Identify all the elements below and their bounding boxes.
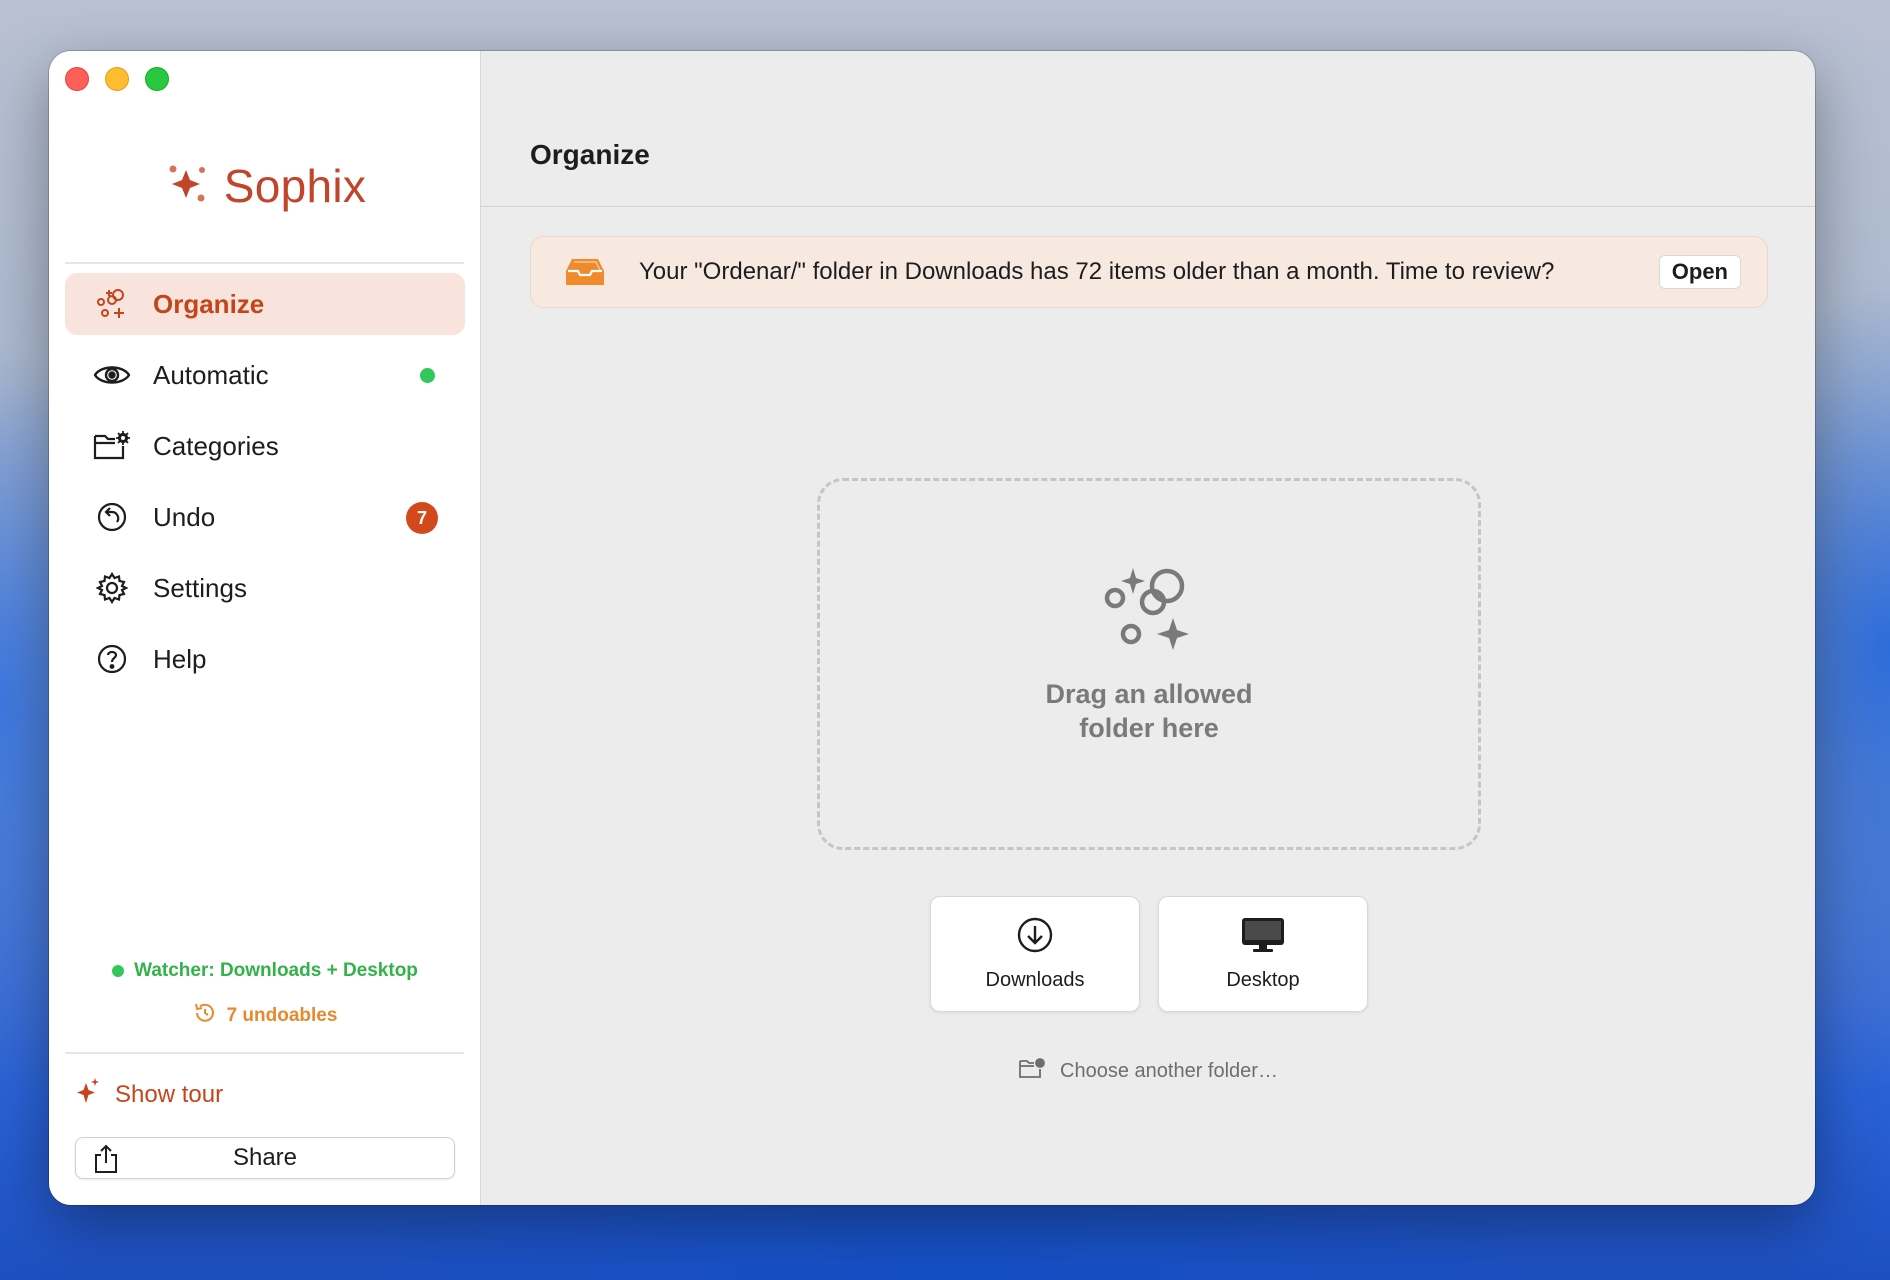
sidebar-item-categories[interactable]: Categories (65, 415, 465, 477)
sidebar-item-label: Categories (153, 430, 279, 461)
sidebar-item-automatic[interactable]: Automatic (65, 344, 465, 406)
sidebar-divider (65, 1052, 464, 1054)
sidebar-item-organize[interactable]: Organize (65, 273, 465, 335)
desktop-folder-button[interactable]: Desktop (1158, 896, 1368, 1012)
minimize-window-button[interactable] (105, 67, 129, 91)
show-tour-label: Show tour (115, 1080, 224, 1108)
watcher-text: Watcher: Downloads + Desktop (134, 960, 418, 981)
undoables-text: 7 undoables (226, 1005, 338, 1026)
sparkle-icon (75, 1077, 101, 1112)
gear-icon (93, 569, 131, 607)
app-brand: Sophix (49, 159, 481, 213)
undoables-status: 7 undoables (49, 1001, 481, 1031)
downloads-label: Downloads (985, 969, 1085, 991)
sidebar-item-label: Help (153, 643, 207, 674)
page-title: Organize (530, 139, 650, 170)
share-button[interactable]: Share (75, 1137, 455, 1179)
download-circle-icon (1016, 916, 1054, 959)
sidebar-divider (65, 262, 464, 264)
organize-sparkle-icon (93, 285, 131, 323)
sparkle-logo-icon (164, 160, 212, 213)
active-status-dot (420, 368, 435, 383)
help-icon (93, 640, 131, 678)
downloads-folder-button[interactable]: Downloads (930, 896, 1140, 1012)
history-icon (193, 1001, 217, 1031)
sidebar-item-label: Settings (153, 572, 247, 603)
choose-folder-label: Choose another folder… (1060, 1059, 1278, 1082)
zoom-window-button[interactable] (145, 67, 169, 91)
banner-open-button[interactable]: Open (1658, 255, 1741, 289)
banner-message: Your "Ordenar/" folder in Downloads has … (639, 258, 1555, 285)
close-window-button[interactable] (65, 67, 89, 91)
sidebar-item-label: Organize (153, 288, 265, 319)
folder-gear-icon (93, 427, 131, 465)
sidebar-item-settings[interactable]: Settings (65, 557, 465, 619)
sidebar: Sophix Organize Automatic Categories Und… (49, 51, 481, 1205)
window-controls (65, 67, 169, 91)
show-tour-button[interactable]: Show tour (75, 1077, 223, 1112)
header-divider (481, 206, 1815, 207)
sidebar-item-label: Undo (153, 501, 216, 532)
inbox-tray-icon (565, 257, 605, 287)
eye-icon (93, 356, 131, 394)
main-content: Organize Your "Ordenar/" folder in Downl… (481, 51, 1815, 1205)
undo-count-badge: 7 (406, 502, 438, 534)
desktop-monitor-icon (1240, 916, 1286, 959)
drop-zone-text: Drag an allowed folder here (1045, 678, 1253, 743)
watcher-dot (112, 965, 125, 977)
choose-folder-link[interactable]: Choose another folder… (481, 1057, 1815, 1085)
quick-folder-buttons: Downloads Desktop (930, 896, 1368, 1012)
share-icon (92, 1144, 120, 1181)
app-window: Sophix Organize Automatic Categories Und… (49, 51, 1815, 1205)
sidebar-nav: Organize Automatic Categories Undo 7 Set… (65, 273, 465, 699)
sidebar-item-help[interactable]: Help (65, 628, 465, 690)
folder-add-icon (1018, 1057, 1046, 1085)
review-banner: Your "Ordenar/" folder in Downloads has … (530, 236, 1768, 308)
share-label: Share (232, 1144, 298, 1171)
organize-sparkle-icon (1101, 564, 1197, 659)
desktop-label: Desktop (1226, 969, 1300, 991)
app-title: Sophix (223, 160, 367, 212)
watcher-status: Watcher: Downloads + Desktop (49, 960, 481, 982)
sidebar-item-undo[interactable]: Undo 7 (65, 486, 465, 548)
undo-icon (93, 498, 131, 536)
folder-drop-zone[interactable]: Drag an allowed folder here (817, 478, 1481, 850)
sidebar-item-label: Automatic (153, 359, 269, 390)
